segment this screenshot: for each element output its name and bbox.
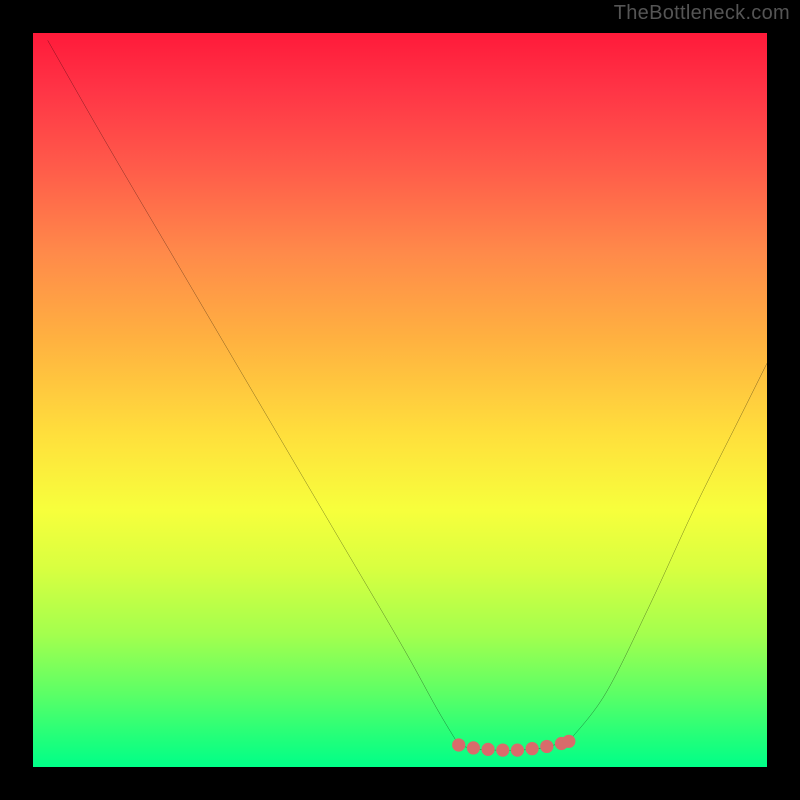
highlight-dot	[526, 742, 539, 755]
curve-left	[48, 40, 459, 745]
highlight-dot	[496, 744, 509, 757]
highlight-dot	[481, 743, 494, 756]
chart-frame: TheBottleneck.com	[0, 0, 800, 800]
highlight-dot	[511, 744, 524, 757]
highlight-dot	[562, 735, 575, 748]
highlight-dot	[540, 740, 553, 753]
watermark-text: TheBottleneck.com	[614, 2, 790, 25]
chart-svg	[33, 33, 767, 767]
chart-curve-group	[48, 40, 767, 750]
highlight-dot	[467, 741, 480, 754]
highlight-dots	[452, 735, 575, 757]
highlight-dot	[452, 738, 465, 751]
curve-right	[569, 363, 767, 741]
